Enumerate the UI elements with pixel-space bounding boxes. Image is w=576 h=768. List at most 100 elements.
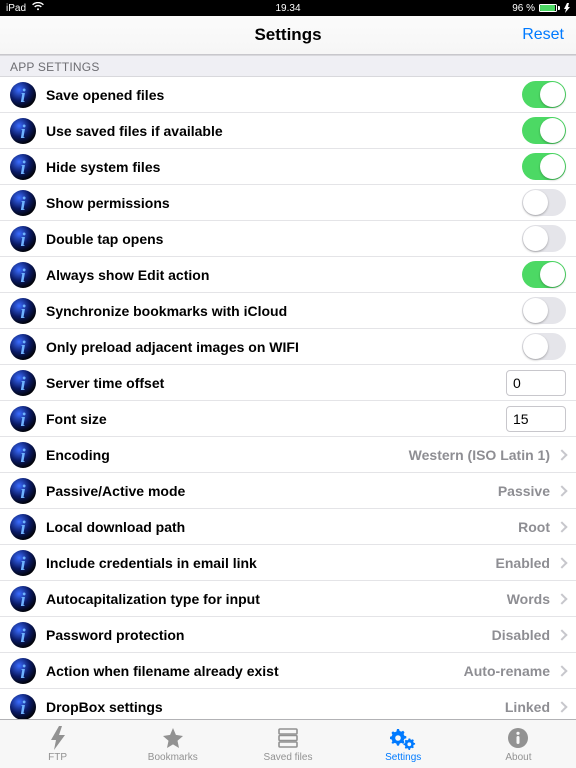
reset-button[interactable]: Reset	[522, 26, 564, 44]
charging-icon	[564, 3, 570, 13]
toggle-preload-wifi[interactable]	[522, 333, 566, 360]
row-double-tap-opens[interactable]: Double tap opens	[0, 221, 576, 257]
tab-bar: FTP Bookmarks Saved files Settings	[0, 719, 576, 768]
row-label: Include credentials in email link	[46, 555, 496, 571]
info-icon[interactable]	[10, 154, 36, 180]
row-label: Save opened files	[46, 87, 522, 103]
row-value: Auto-rename	[464, 663, 550, 679]
info-icon[interactable]	[10, 514, 36, 540]
server-icon	[275, 725, 301, 751]
row-password-protection[interactable]: Password protection Disabled	[0, 617, 576, 653]
battery-icon	[539, 4, 560, 12]
toggle-always-edit[interactable]	[522, 261, 566, 288]
row-value: Disabled	[492, 627, 550, 643]
row-value: Root	[518, 519, 550, 535]
tab-ftp[interactable]: FTP	[0, 720, 115, 768]
row-autocapitalization[interactable]: Autocapitalization type for input Words	[0, 581, 576, 617]
row-download-path[interactable]: Local download path Root	[0, 509, 576, 545]
info-icon[interactable]	[10, 82, 36, 108]
row-value: Words	[507, 591, 550, 607]
info-icon[interactable]	[10, 586, 36, 612]
chevron-right-icon	[556, 629, 567, 640]
wifi-icon	[32, 2, 44, 14]
status-bar: iPad 19.34 96 %	[0, 0, 576, 16]
row-label: Server time offset	[46, 375, 506, 391]
row-always-edit[interactable]: Always show Edit action	[0, 257, 576, 293]
info-icon[interactable]	[10, 226, 36, 252]
row-hide-system-files[interactable]: Hide system files	[0, 149, 576, 185]
info-icon[interactable]	[10, 406, 36, 432]
tab-bookmarks[interactable]: Bookmarks	[115, 720, 230, 768]
info-icon[interactable]	[10, 442, 36, 468]
toggle-show-permissions[interactable]	[522, 189, 566, 216]
tab-settings[interactable]: Settings	[346, 720, 461, 768]
tab-saved-files[interactable]: Saved files	[230, 720, 345, 768]
info-icon[interactable]	[10, 658, 36, 684]
toggle-sync-bookmarks[interactable]	[522, 297, 566, 324]
chevron-right-icon	[556, 521, 567, 532]
tab-label: About	[505, 752, 531, 763]
row-email-credentials[interactable]: Include credentials in email link Enable…	[0, 545, 576, 581]
info-circle-icon	[505, 725, 531, 751]
row-value: Western (ISO Latin 1)	[409, 447, 550, 463]
toggle-use-saved[interactable]	[522, 117, 566, 144]
clock: 19.34	[275, 3, 300, 14]
page-title: Settings	[254, 25, 321, 45]
info-icon[interactable]	[10, 550, 36, 576]
row-save-opened-files[interactable]: Save opened files	[0, 77, 576, 113]
chevron-right-icon	[556, 593, 567, 604]
info-icon[interactable]	[10, 478, 36, 504]
row-filename-exists[interactable]: Action when filename already exist Auto-…	[0, 653, 576, 689]
info-icon[interactable]	[10, 262, 36, 288]
tab-label: Bookmarks	[148, 752, 198, 763]
row-label: Show permissions	[46, 195, 522, 211]
row-label: Hide system files	[46, 159, 522, 175]
row-encoding[interactable]: Encoding Western (ISO Latin 1)	[0, 437, 576, 473]
row-label: Passive/Active mode	[46, 483, 498, 499]
device-name: iPad	[6, 3, 26, 14]
row-label: Double tap opens	[46, 231, 522, 247]
row-label: Local download path	[46, 519, 518, 535]
row-value: Enabled	[496, 555, 550, 571]
input-font-size[interactable]	[506, 406, 566, 432]
row-label: Autocapitalization type for input	[46, 591, 507, 607]
row-value: Passive	[498, 483, 550, 499]
row-label: Only preload adjacent images on WIFI	[46, 339, 522, 355]
row-show-permissions[interactable]: Show permissions	[0, 185, 576, 221]
row-label: Font size	[46, 411, 506, 427]
row-use-saved-files[interactable]: Use saved files if available	[0, 113, 576, 149]
chevron-right-icon	[556, 665, 567, 676]
row-label: DropBox settings	[46, 699, 505, 715]
battery-percent: 96 %	[512, 3, 535, 14]
row-label: Encoding	[46, 447, 409, 463]
row-label: Synchronize bookmarks with iCloud	[46, 303, 522, 319]
info-icon[interactable]	[10, 622, 36, 648]
row-passive-active[interactable]: Passive/Active mode Passive	[0, 473, 576, 509]
chevron-right-icon	[556, 557, 567, 568]
settings-list[interactable]: Save opened files Use saved files if ava…	[0, 77, 576, 719]
info-icon[interactable]	[10, 298, 36, 324]
star-icon	[160, 725, 186, 751]
chevron-right-icon	[556, 485, 567, 496]
info-icon[interactable]	[10, 370, 36, 396]
tab-about[interactable]: About	[461, 720, 576, 768]
row-label: Action when filename already exist	[46, 663, 464, 679]
row-label: Password protection	[46, 627, 492, 643]
row-server-time-offset[interactable]: Server time offset	[0, 365, 576, 401]
row-label: Always show Edit action	[46, 267, 522, 283]
toggle-double-tap[interactable]	[522, 225, 566, 252]
row-preload-wifi[interactable]: Only preload adjacent images on WIFI	[0, 329, 576, 365]
info-icon[interactable]	[10, 118, 36, 144]
info-icon[interactable]	[10, 334, 36, 360]
info-icon[interactable]	[10, 190, 36, 216]
navigation-bar: Settings Reset	[0, 16, 576, 55]
row-value: Linked	[505, 699, 550, 715]
row-dropbox-settings[interactable]: DropBox settings Linked	[0, 689, 576, 719]
gears-icon	[390, 725, 416, 751]
row-sync-bookmarks[interactable]: Synchronize bookmarks with iCloud	[0, 293, 576, 329]
row-font-size[interactable]: Font size	[0, 401, 576, 437]
toggle-save-opened[interactable]	[522, 81, 566, 108]
info-icon[interactable]	[10, 694, 36, 720]
input-server-time-offset[interactable]	[506, 370, 566, 396]
toggle-hide-system[interactable]	[522, 153, 566, 180]
